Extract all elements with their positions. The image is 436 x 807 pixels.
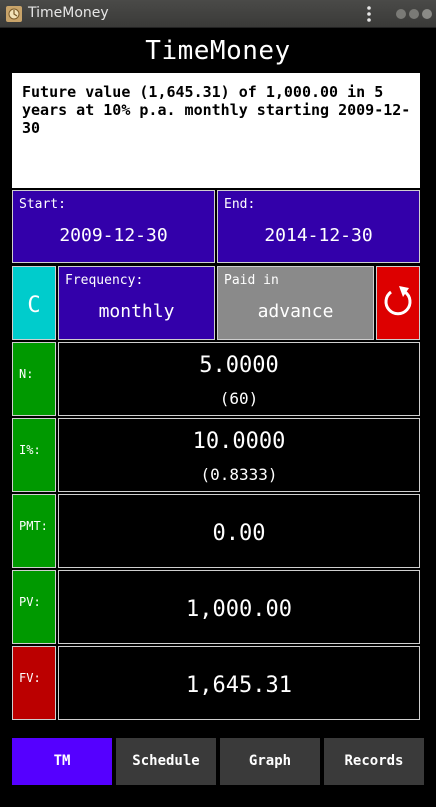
start-date-button[interactable]: Start: 2009-12-30: [12, 190, 215, 263]
maximize-icon[interactable]: [409, 9, 419, 19]
minimize-icon[interactable]: [396, 9, 406, 19]
frequency-value: monthly: [98, 301, 175, 322]
paid-in-value: advance: [257, 301, 334, 322]
fv-value: 1,645.31: [186, 673, 292, 698]
pv-label: PV:: [19, 595, 41, 609]
tab-tm[interactable]: TM: [12, 738, 112, 785]
frequency-label: Frequency:: [65, 273, 144, 288]
pv-value-field[interactable]: 1,000.00: [58, 570, 420, 644]
n-periods: (60): [219, 389, 259, 408]
pmt-value: 0.00: [212, 521, 266, 546]
paid-in-label: Paid in: [224, 273, 279, 288]
paid-in-select[interactable]: Paid in advance: [217, 266, 374, 340]
app-icon: [6, 6, 22, 22]
n-label: N:: [19, 367, 34, 381]
i-label: I%:: [19, 443, 41, 457]
reset-button[interactable]: [376, 266, 420, 340]
pmt-label: PMT:: [19, 519, 48, 533]
start-value: 2009-12-30: [59, 225, 168, 246]
i-label-cell[interactable]: I%:: [12, 418, 56, 492]
n-label-cell[interactable]: N:: [12, 342, 56, 416]
end-label: End:: [224, 197, 256, 212]
close-icon[interactable]: [422, 9, 432, 19]
menu-kebab-icon[interactable]: [364, 5, 374, 23]
clear-label: C: [27, 293, 41, 318]
tab-graph[interactable]: Graph: [220, 738, 320, 785]
tab-records[interactable]: Records: [324, 738, 424, 785]
window-title: TimeMoney: [28, 5, 109, 21]
clear-button[interactable]: C: [12, 266, 56, 340]
description-box: Future value (1,645.31) of 1,000.00 in 5…: [12, 73, 420, 188]
pv-label-cell[interactable]: PV:: [12, 570, 56, 644]
fv-label-cell[interactable]: FV:: [12, 646, 56, 720]
n-value: 5.0000: [199, 353, 279, 378]
pv-value: 1,000.00: [186, 597, 292, 622]
description-text: Future value (1,645.31) of 1,000.00 in 5…: [22, 83, 411, 137]
window-titlebar: TimeMoney: [0, 0, 436, 28]
pmt-value-field[interactable]: 0.00: [58, 494, 420, 568]
frequency-select[interactable]: Frequency: monthly: [58, 266, 215, 340]
end-date-button[interactable]: End: 2014-12-30: [217, 190, 420, 263]
i-value-field[interactable]: 10.0000 (0.8333): [58, 418, 420, 492]
i-periodic-rate: (0.8333): [200, 465, 278, 484]
fv-label: FV:: [19, 671, 41, 685]
reset-icon: [384, 286, 412, 316]
app-title: TimeMoney: [145, 36, 291, 66]
n-value-field[interactable]: 5.0000 (60): [58, 342, 420, 416]
start-label: Start:: [19, 197, 66, 212]
i-value: 10.0000: [192, 429, 286, 454]
tab-schedule[interactable]: Schedule: [116, 738, 216, 785]
end-value: 2014-12-30: [264, 225, 373, 246]
pmt-label-cell[interactable]: PMT:: [12, 494, 56, 568]
fv-value-field[interactable]: 1,645.31: [58, 646, 420, 720]
